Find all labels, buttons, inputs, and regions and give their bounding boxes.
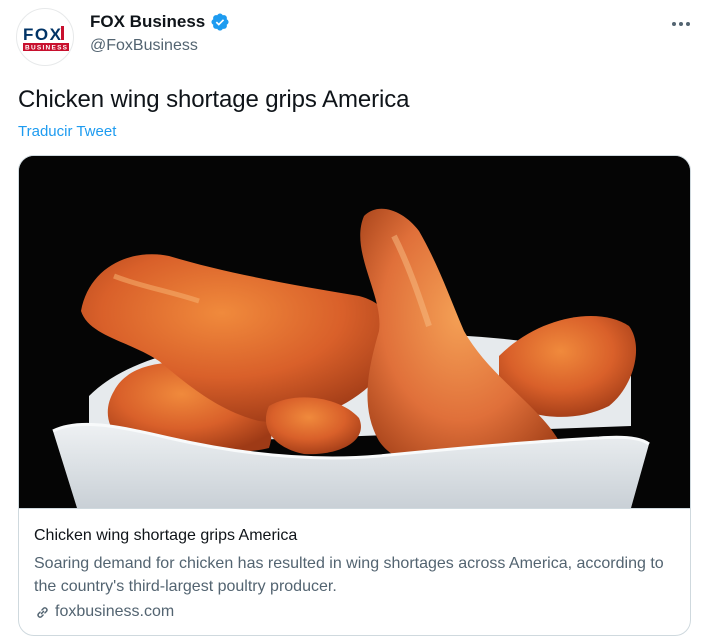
logo-business-text: BUSINESS xyxy=(25,45,68,52)
more-dot xyxy=(672,22,676,26)
link-icon xyxy=(37,606,48,618)
card-image[interactable] xyxy=(19,156,690,508)
translate-tweet-link[interactable]: Traducir Tweet xyxy=(18,123,116,140)
avatar[interactable]: FOX BUSINESS xyxy=(16,8,74,66)
card-domain[interactable]: foxbusiness.com xyxy=(55,603,174,621)
card-title: Chicken wing shortage grips America xyxy=(34,527,298,544)
card-body[interactable]: Chicken wing shortage grips America Soar… xyxy=(19,508,690,635)
card-domain-row: foxbusiness.com xyxy=(34,603,174,621)
display-name[interactable]: FOX Business xyxy=(90,12,205,32)
more-options-icon[interactable] xyxy=(668,14,694,34)
link-card[interactable]: Chicken wing shortage grips America Soar… xyxy=(18,155,691,636)
chicken-wings-image xyxy=(19,156,690,508)
handle[interactable]: @FoxBusiness xyxy=(90,37,198,55)
card-description: Soaring demand for chicken has resulted … xyxy=(34,555,664,595)
name-row: FOX Business xyxy=(90,12,230,32)
verified-badge-icon xyxy=(211,13,229,31)
tweet-text: Chicken wing shortage grips America xyxy=(18,86,410,113)
more-dot xyxy=(679,22,683,26)
more-dot xyxy=(686,22,690,26)
fox-business-logo: FOX BUSINESS xyxy=(23,25,69,52)
tweet: FOX BUSINESS FOX Business @FoxBusiness C… xyxy=(0,0,707,639)
logo-accent-bar xyxy=(61,26,64,40)
logo-fox-text: FOX xyxy=(23,25,62,44)
